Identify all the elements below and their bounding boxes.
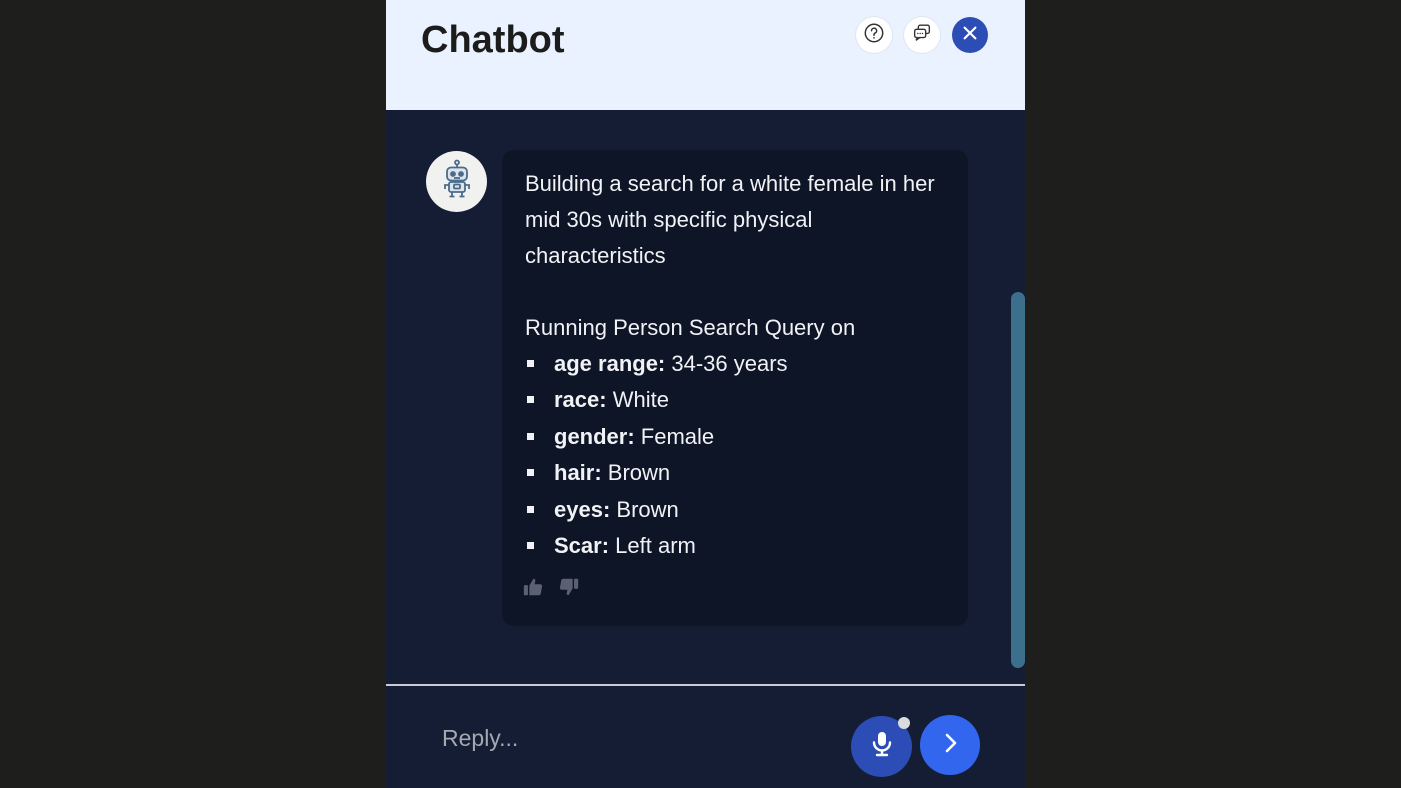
scrollbar-thumb[interactable]: [1011, 292, 1025, 668]
chat-header: Chatbot: [386, 0, 1025, 110]
robot-icon: [439, 159, 475, 204]
chat-history-button[interactable]: [904, 17, 940, 53]
list-item: Scar: Left arm: [525, 528, 948, 564]
thumbs-up-icon[interactable]: [522, 576, 544, 598]
criteria-key: eyes:: [554, 496, 611, 522]
chat-title: Chatbot: [421, 19, 565, 61]
criteria-key: race:: [554, 387, 607, 413]
reply-input[interactable]: [442, 716, 832, 760]
criteria-key: age range:: [554, 351, 666, 376]
message-intro-text: Building a search for a white female in …: [525, 171, 935, 268]
criteria-value: Left arm: [609, 533, 696, 559]
reply-composer: [386, 686, 1025, 788]
list-item: age range: 34-36 years: [525, 346, 948, 382]
chevron-right-icon: [940, 732, 960, 759]
criteria-value: Brown: [601, 460, 671, 486]
bot-message-bubble: Building a search for a white female in …: [502, 150, 968, 626]
criteria-value: White: [606, 387, 669, 413]
criteria-key: gender:: [554, 423, 635, 449]
criteria-key: Scar:: [554, 533, 610, 559]
close-icon: [961, 24, 979, 47]
bot-avatar: [426, 151, 487, 212]
chatbot-panel: Chatbot Building a search for a white fe…: [386, 0, 1025, 788]
query-label: Running Person Search Query on: [525, 315, 856, 340]
send-button[interactable]: [920, 715, 980, 775]
criteria-value: Brown: [610, 496, 679, 522]
help-icon: [863, 22, 885, 49]
feedback-controls: [522, 576, 580, 598]
chat-history-icon: [911, 22, 933, 49]
help-button[interactable]: [856, 17, 892, 53]
criteria-value: 34-36 years: [665, 351, 788, 376]
criteria-list: age range: 34-36 years race: White gende…: [525, 346, 948, 564]
message-list[interactable]: Building a search for a white female in …: [386, 110, 1025, 684]
list-item: eyes: Brown: [525, 492, 948, 528]
close-button[interactable]: [952, 17, 988, 53]
criteria-key: hair:: [554, 460, 602, 486]
mic-status-dot: [898, 717, 910, 729]
list-item: hair: Brown: [525, 455, 948, 491]
microphone-icon: [869, 730, 895, 763]
criteria-value: Female: [634, 423, 715, 449]
thumbs-down-icon[interactable]: [558, 576, 580, 598]
list-item: gender: Female: [525, 419, 948, 455]
list-item: race: White: [525, 382, 948, 418]
